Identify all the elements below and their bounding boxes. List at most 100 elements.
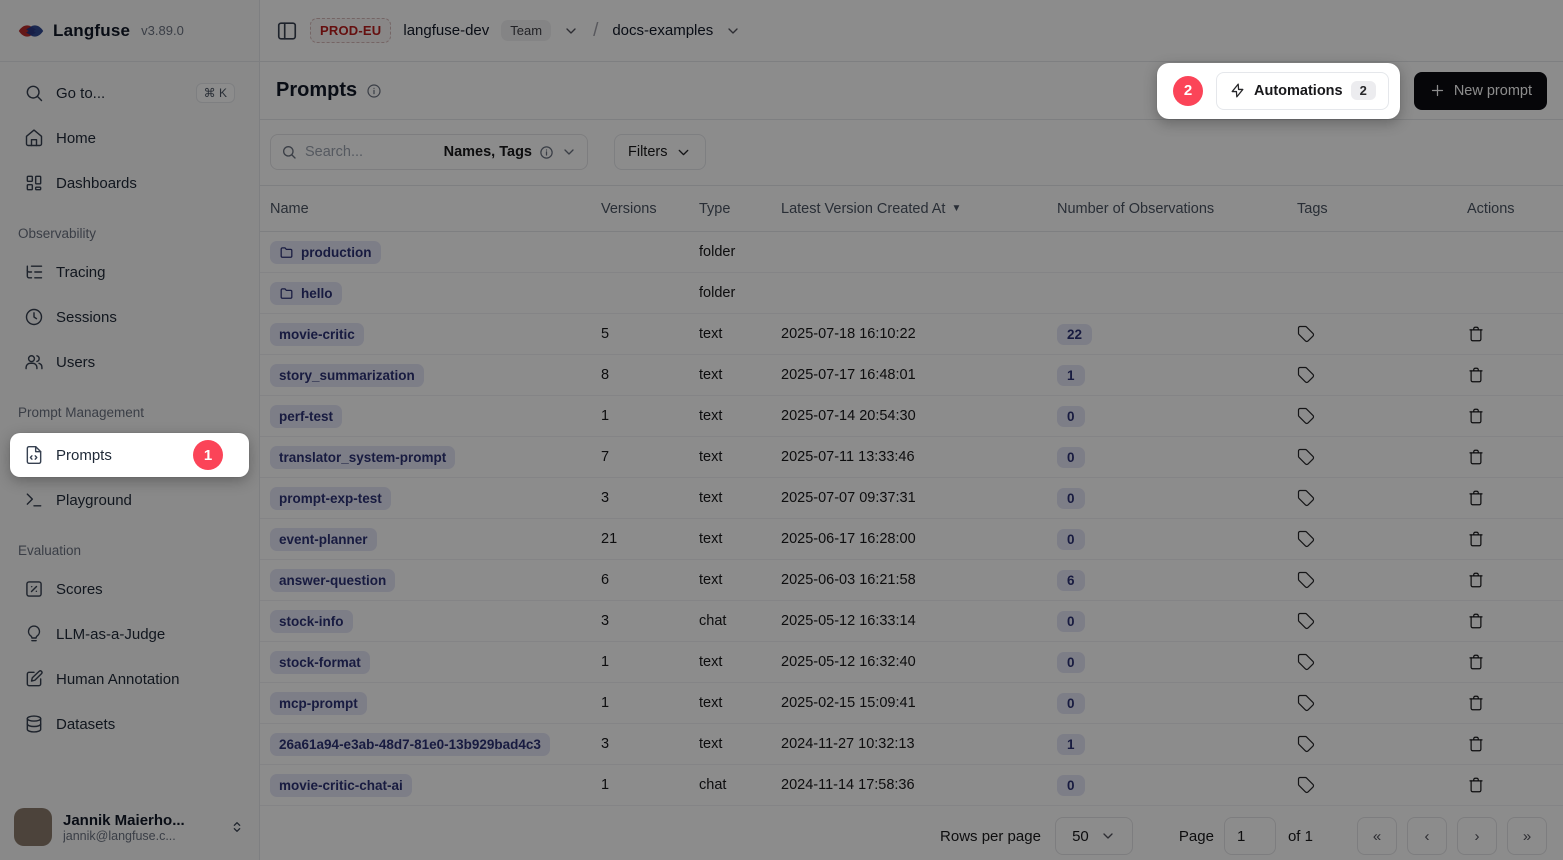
prompt-name-pill[interactable]: production	[270, 241, 381, 264]
tag-icon[interactable]	[1297, 776, 1315, 794]
column-header-latest-version-created-at[interactable]: Latest Version Created At ▼	[781, 201, 1057, 217]
column-header-name[interactable]: Name	[260, 201, 601, 217]
database-icon	[24, 714, 44, 734]
sidebar-item-sessions[interactable]: Sessions	[16, 299, 243, 335]
column-header-type[interactable]: Type	[699, 201, 781, 217]
sidebar-item-human-annotation[interactable]: Human Annotation	[16, 661, 243, 697]
trash-icon[interactable]	[1467, 653, 1485, 671]
prompt-name-pill[interactable]: perf-test	[270, 405, 342, 428]
table-row[interactable]: answer-question 6 text 2025-06-03 16:21:…	[260, 560, 1563, 601]
table-row[interactable]: stock-info 3 chat 2025-05-12 16:33:14 0	[260, 601, 1563, 642]
table-row[interactable]: event-planner 21 text 2025-06-17 16:28:0…	[260, 519, 1563, 560]
breadcrumb-project[interactable]: docs-examples	[612, 22, 713, 39]
trash-icon[interactable]	[1467, 325, 1485, 343]
sidebar-item-datasets[interactable]: Datasets	[16, 706, 243, 742]
org-role-badge: Team	[501, 20, 551, 41]
sidebar-item-goto[interactable]: Go to... ⌘ K	[16, 75, 243, 111]
trash-icon[interactable]	[1467, 448, 1485, 466]
created-at-cell: 2025-06-17 16:28:00	[781, 531, 1057, 547]
user-menu[interactable]: Jannik Maierho... jannik@langfuse.c...	[0, 798, 259, 860]
sidebar-item-scores[interactable]: Scores	[16, 571, 243, 607]
column-header-observations[interactable]: Number of Observations	[1057, 201, 1297, 217]
sidebar-toggle-button[interactable]	[276, 20, 298, 42]
prompt-name-pill[interactable]: stock-info	[270, 610, 353, 633]
table-row[interactable]: movie-critic 5 text 2025-07-18 16:10:22 …	[260, 314, 1563, 355]
search-scope-select[interactable]: Names, Tags	[444, 144, 577, 160]
environment-badge[interactable]: PROD-EU	[310, 18, 391, 43]
prev-page-button[interactable]: ‹	[1407, 817, 1447, 855]
page-number-input[interactable]	[1224, 817, 1276, 855]
new-prompt-button[interactable]: New prompt	[1414, 72, 1547, 110]
tracing-icon	[24, 262, 44, 282]
tag-icon[interactable]	[1297, 694, 1315, 712]
versions-cell: 3	[601, 736, 699, 752]
prompt-name: stock-format	[279, 655, 361, 670]
chevron-down-icon[interactable]	[725, 23, 741, 39]
tag-icon[interactable]	[1297, 653, 1315, 671]
trash-icon[interactable]	[1467, 407, 1485, 425]
trash-icon[interactable]	[1467, 571, 1485, 589]
prompt-name-pill[interactable]: mcp-prompt	[270, 692, 367, 715]
sidebar-item-home[interactable]: Home	[16, 120, 243, 156]
type-cell: text	[699, 531, 781, 547]
table-row[interactable]: prompt-exp-test 3 text 2025-07-07 09:37:…	[260, 478, 1563, 519]
tag-icon[interactable]	[1297, 407, 1315, 425]
trash-icon[interactable]	[1467, 489, 1485, 507]
observations-count-pill: 1	[1057, 365, 1085, 386]
automations-label: Automations	[1254, 83, 1343, 99]
trash-icon[interactable]	[1467, 612, 1485, 630]
versions-cell: 1	[601, 408, 699, 424]
table-row[interactable]: 26a61a94-e3ab-48d7-81e0-13b929bad4c3 3 t…	[260, 724, 1563, 765]
table-row[interactable]: translator_system-prompt 7 text 2025-07-…	[260, 437, 1563, 478]
prompt-name-pill[interactable]: story_summarization	[270, 364, 424, 387]
tag-icon[interactable]	[1297, 735, 1315, 753]
prompt-name-pill[interactable]: stock-format	[270, 651, 370, 674]
table-row[interactable]: movie-critic-chat-ai 1 chat 2024-11-14 1…	[260, 765, 1563, 806]
tag-icon[interactable]	[1297, 489, 1315, 507]
trash-icon[interactable]	[1467, 776, 1485, 794]
prompt-name-pill[interactable]: hello	[270, 282, 342, 305]
table-row[interactable]: stock-format 1 text 2025-05-12 16:32:40 …	[260, 642, 1563, 683]
sidebar-item-llm-as-a-judge[interactable]: LLM-as-a-Judge	[16, 616, 243, 652]
table-row[interactable]: story_summarization 8 text 2025-07-17 16…	[260, 355, 1563, 396]
tag-icon[interactable]	[1297, 612, 1315, 630]
search-input[interactable]	[305, 144, 436, 160]
trash-icon[interactable]	[1467, 735, 1485, 753]
table-row[interactable]: perf-test 1 text 2025-07-14 20:54:30 0	[260, 396, 1563, 437]
first-page-button[interactable]: «	[1357, 817, 1397, 855]
sidebar-item-playground[interactable]: Playground	[16, 482, 243, 518]
prompt-name-pill[interactable]: answer-question	[270, 569, 395, 592]
sidebar-item-prompts[interactable]: Prompts 1	[10, 433, 249, 477]
tag-icon[interactable]	[1297, 325, 1315, 343]
last-page-button[interactable]: »	[1507, 817, 1547, 855]
prompt-name-pill[interactable]: translator_system-prompt	[270, 446, 455, 469]
filters-button[interactable]: Filters	[614, 134, 706, 170]
tag-icon[interactable]	[1297, 530, 1315, 548]
chevron-down-icon[interactable]	[563, 23, 579, 39]
trash-icon[interactable]	[1467, 694, 1485, 712]
table-row[interactable]: hello folder	[260, 273, 1563, 314]
prompt-name-pill[interactable]: prompt-exp-test	[270, 487, 391, 510]
sidebar-item-tracing[interactable]: Tracing	[16, 254, 243, 290]
next-page-button[interactable]: ›	[1457, 817, 1497, 855]
column-header-versions[interactable]: Versions	[601, 201, 699, 217]
tag-icon[interactable]	[1297, 366, 1315, 384]
sidebar-item-users[interactable]: Users	[16, 344, 243, 380]
prompt-name-pill[interactable]: movie-critic	[270, 323, 364, 346]
trash-icon[interactable]	[1467, 366, 1485, 384]
prompt-name-pill[interactable]: movie-critic-chat-ai	[270, 774, 412, 797]
tag-icon[interactable]	[1297, 571, 1315, 589]
prompt-name-pill[interactable]: event-planner	[270, 528, 377, 551]
table-row[interactable]: production folder	[260, 232, 1563, 273]
prompt-name-pill[interactable]: 26a61a94-e3ab-48d7-81e0-13b929bad4c3	[270, 733, 550, 756]
info-icon[interactable]	[366, 83, 382, 99]
breadcrumb-org[interactable]: langfuse-dev	[403, 22, 489, 39]
sidebar-item-dashboards[interactable]: Dashboards	[16, 165, 243, 201]
rows-per-page-select[interactable]: 50	[1055, 817, 1133, 855]
trash-icon[interactable]	[1467, 530, 1485, 548]
automations-button[interactable]: Automations 2	[1216, 72, 1389, 110]
column-header-tags[interactable]: Tags	[1297, 201, 1459, 217]
table-row[interactable]: mcp-prompt 1 text 2025-02-15 15:09:41 0	[260, 683, 1563, 724]
tag-icon[interactable]	[1297, 448, 1315, 466]
annotation-badge-2: 2	[1173, 76, 1203, 106]
